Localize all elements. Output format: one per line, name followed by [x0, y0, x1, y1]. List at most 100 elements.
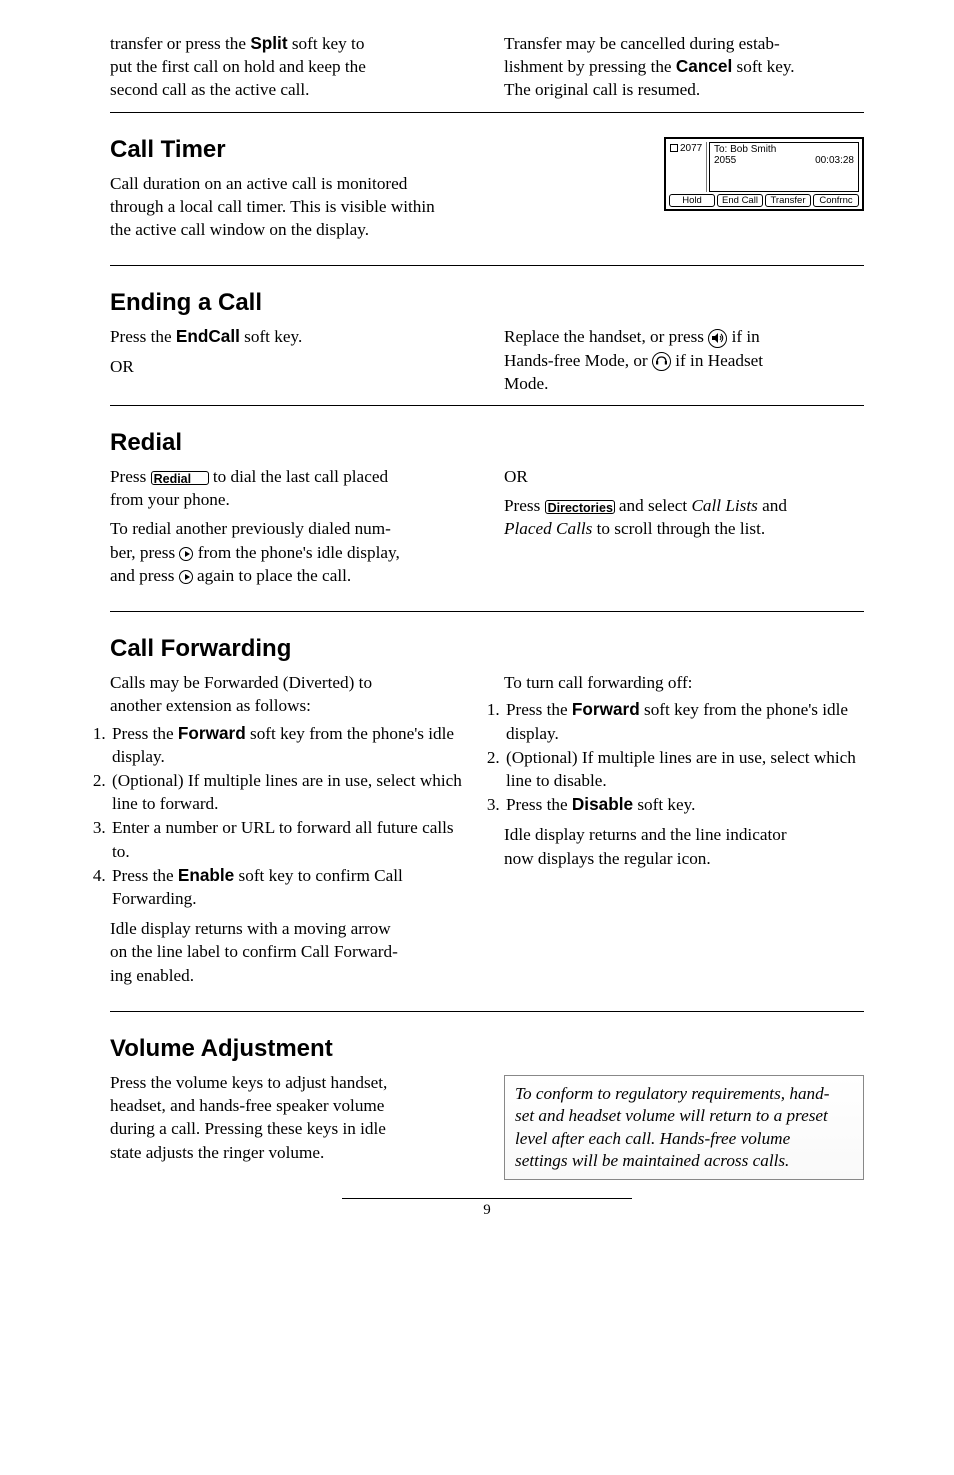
redial-right: OR Press Directories and select Call Lis…: [504, 465, 864, 587]
text: lishment by pressing the: [504, 57, 676, 76]
text: set and headset volume will return to a …: [515, 1106, 828, 1125]
divider: [110, 1011, 864, 1012]
text: from the phone's idle display,: [193, 543, 399, 562]
text: To redial another previously dialed num-: [110, 519, 391, 538]
text: Mode.: [504, 374, 548, 393]
volume-heading: Volume Adjustment: [110, 1035, 864, 1063]
divider: [110, 405, 864, 406]
regulatory-note: To conform to regulatory requirements, h…: [504, 1075, 864, 1180]
text: Press the: [112, 724, 178, 743]
phone-display-illustration: 2077 To: Bob Smith 2055 00:03:28 Hold En…: [664, 137, 864, 211]
text: Press the volume keys to adjust handset,: [110, 1073, 387, 1092]
arrow-right-icon: [179, 547, 193, 561]
lcd-softkey-hold: Hold: [669, 194, 715, 207]
text: headset, and hands-free speaker volume: [110, 1096, 384, 1115]
call-forwarding-heading: Call Forwarding: [110, 635, 864, 663]
text: to scroll through the list.: [592, 519, 765, 538]
text: Transfer may be cancelled during estab-: [504, 34, 780, 53]
text: To conform to regulatory requirements, h…: [515, 1084, 829, 1103]
ending-call-columns: Press the EndCall soft key. OR Replace t…: [110, 325, 864, 395]
text: another extension as follows:: [110, 696, 311, 715]
text: transfer or press the: [110, 34, 250, 53]
text: and press: [110, 566, 179, 585]
text: ing enabled.: [110, 966, 194, 985]
text: state adjusts the ringer volume.: [110, 1143, 324, 1162]
text: Idle display returns and the line indica…: [504, 825, 787, 844]
ending-right: Replace the handset, or press if in Hand…: [504, 325, 864, 395]
text: now displays the regular icon.: [504, 849, 711, 868]
text: Hands-free Mode, or: [504, 351, 652, 370]
or-label: OR: [110, 357, 134, 376]
redial-key-icon: Redial: [151, 471, 209, 485]
redial-left: Press Redial to dial the last call place…: [110, 465, 470, 587]
call-lists-italic: Call Lists: [691, 496, 757, 515]
intro-right: Transfer may be cancelled during estab- …: [504, 32, 864, 102]
lcd-softkey-confrnc: Confrnc: [813, 194, 859, 207]
lcd-softkey-endcall: End Call: [717, 194, 763, 207]
or-label: OR: [504, 467, 528, 486]
lcd-from: 2055: [714, 155, 736, 166]
text: Calls may be Forwarded (Diverted) to: [110, 673, 372, 692]
text: level after each call. Hands-free volume: [515, 1129, 790, 1148]
ending-left: Press the EndCall soft key. OR: [110, 325, 470, 395]
directories-key-icon: Directories: [545, 500, 615, 514]
list-item: (Optional) If multiple lines are in use,…: [110, 769, 470, 815]
text: Call duration on an active call is monit…: [110, 174, 407, 193]
vol-right: To conform to regulatory requirements, h…: [504, 1071, 864, 1180]
text: ber, press: [110, 543, 179, 562]
lcd-softkey-transfer: Transfer: [765, 194, 811, 207]
text: (Optional) If multiple lines are in use,…: [112, 771, 462, 813]
ending-call-heading: Ending a Call: [110, 289, 864, 317]
intro-columns: transfer or press the Split soft key to …: [110, 32, 864, 102]
text: the active call window on the display.: [110, 220, 369, 239]
text: soft key.: [732, 57, 794, 76]
divider: [110, 611, 864, 612]
text: and select: [615, 496, 692, 515]
text: and: [758, 496, 787, 515]
call-timer-body: Call duration on an active call is monit…: [110, 172, 640, 242]
text: (Optional) If multiple lines are in use,…: [506, 748, 856, 790]
list-item: (Optional) If multiple lines are in use,…: [504, 746, 864, 792]
text: Press: [110, 467, 151, 486]
text: if in Headset: [671, 351, 763, 370]
call-timer-section: Call Timer Call duration on an active ca…: [110, 113, 864, 242]
vol-left: Press the volume keys to adjust handset,…: [110, 1071, 470, 1180]
text: Press the: [506, 795, 572, 814]
text: during a call. Pressing these keys in id…: [110, 1119, 386, 1138]
cancel-label: Cancel: [676, 56, 732, 76]
lcd-ext-num: 2077: [680, 143, 702, 154]
text: Press the: [112, 866, 178, 885]
text: soft key.: [633, 795, 695, 814]
cf-left: Calls may be Forwarded (Diverted) to ano…: [110, 671, 470, 987]
text: from your phone.: [110, 490, 230, 509]
redial-columns: Press Redial to dial the last call place…: [110, 465, 864, 587]
disable-label: Disable: [572, 794, 633, 814]
list-item: Press the Forward soft key from the phon…: [504, 698, 864, 744]
text: if in: [727, 327, 759, 346]
lcd-extension: 2077: [669, 142, 707, 192]
forward-label: Forward: [572, 699, 640, 719]
arrow-right-icon: [179, 570, 193, 584]
forward-label: Forward: [178, 723, 246, 743]
text: soft key to: [288, 34, 365, 53]
speaker-icon: [708, 329, 727, 348]
text: To turn call forwarding off:: [504, 673, 692, 692]
text: Press: [504, 496, 545, 515]
text: on the line label to confirm Call Forwar…: [110, 942, 398, 961]
list-item: Enter a number or URL to forward all fut…: [110, 816, 470, 862]
divider: [110, 265, 864, 266]
intro-left: transfer or press the Split soft key to …: [110, 32, 470, 102]
list-item: Press the Enable soft key to confirm Cal…: [110, 864, 470, 910]
text: The original call is resumed.: [504, 80, 700, 99]
volume-columns: Press the volume keys to adjust handset,…: [110, 1071, 864, 1180]
call-timer-heading: Call Timer: [110, 136, 640, 164]
call-forwarding-columns: Calls may be Forwarded (Diverted) to ano…: [110, 671, 864, 987]
headset-icon: [652, 352, 671, 371]
enable-label: Enable: [178, 865, 234, 885]
text: soft key.: [240, 327, 302, 346]
lcd-timer: 00:03:28: [815, 155, 854, 166]
text: settings will be maintained across calls…: [515, 1151, 789, 1170]
text: Press the: [110, 327, 176, 346]
cf-right-list: Press the Forward soft key from the phon…: [504, 698, 864, 816]
cf-left-list: Press the Forward soft key from the phon…: [110, 722, 470, 911]
